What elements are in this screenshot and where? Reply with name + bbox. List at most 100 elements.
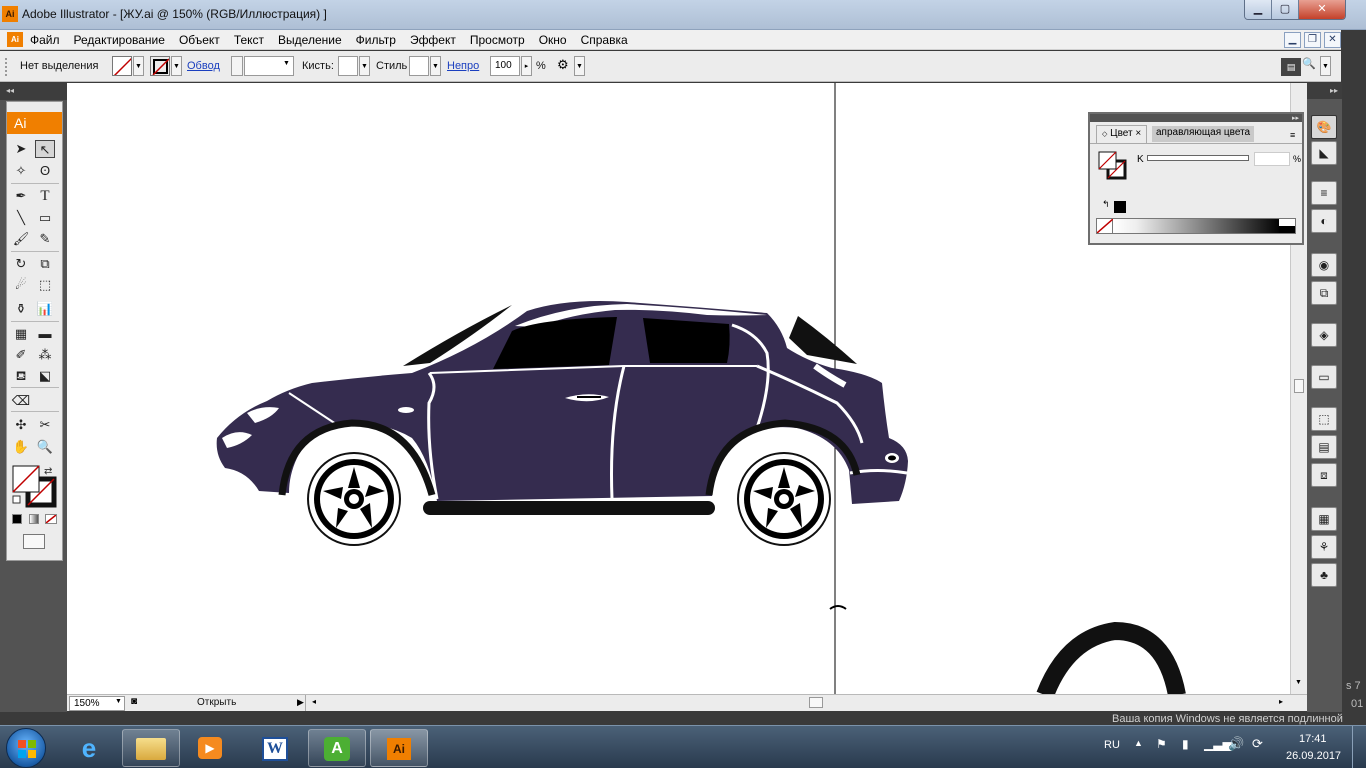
warp-tool-icon[interactable]: ☄ bbox=[11, 276, 31, 294]
volume-icon[interactable]: 🔊 bbox=[1228, 736, 1244, 752]
stroke-weight-dropdown-icon[interactable]: ▼ bbox=[283, 60, 290, 67]
color-spectrum-bar[interactable] bbox=[1096, 218, 1296, 234]
menu-item-object[interactable]: Объект bbox=[179, 33, 220, 47]
align-panel-icon[interactable]: ▤ bbox=[1311, 435, 1337, 459]
none-mode-icon[interactable] bbox=[45, 514, 57, 524]
black-swatch[interactable] bbox=[1279, 226, 1295, 233]
windows-start-icon[interactable] bbox=[6, 728, 46, 768]
white-swatch[interactable] bbox=[1279, 219, 1295, 226]
menu-item-help[interactable]: Справка bbox=[581, 33, 628, 47]
screen-mode-icon[interactable] bbox=[23, 534, 45, 549]
graphic-styles-icon[interactable]: ⧉ bbox=[1311, 281, 1337, 305]
opacity-dropdown-icon[interactable]: ▸ bbox=[521, 56, 532, 76]
menu-item-view[interactable]: Просмотр bbox=[470, 33, 525, 47]
lasso-tool-icon[interactable]: ʘ bbox=[35, 162, 55, 180]
zoom-dropdown-icon[interactable]: ▼ bbox=[115, 698, 122, 705]
menu-item-effect[interactable]: Эффект bbox=[410, 33, 456, 47]
none-swatch[interactable] bbox=[1097, 219, 1113, 233]
pencil-tool-icon[interactable]: ✎ bbox=[35, 230, 55, 248]
symbols-panel-icon[interactable]: ♣ bbox=[1311, 563, 1337, 587]
status-arrow-icon[interactable]: ▶ bbox=[297, 697, 304, 708]
expand-panels-icon[interactable]: ▸▸ bbox=[1307, 83, 1342, 99]
live-paint-bucket-tool-icon[interactable]: ⛾ bbox=[11, 367, 31, 385]
zoom-tool-icon[interactable]: 🔍 bbox=[35, 438, 55, 456]
stroke-dropdown-icon[interactable]: ▼ bbox=[171, 56, 182, 76]
scroll-right-icon[interactable]: ▸ bbox=[1279, 697, 1283, 706]
color-panel-header[interactable] bbox=[1090, 114, 1302, 122]
fill-swatch[interactable] bbox=[112, 56, 132, 76]
stroke-swatch[interactable] bbox=[150, 56, 170, 76]
document-icon[interactable]: Ai bbox=[7, 32, 23, 47]
tab-color[interactable]: ◇ Цвет × bbox=[1096, 125, 1148, 143]
brushes-panel-icon[interactable]: ⚘ bbox=[1311, 535, 1337, 559]
show-desktop-button[interactable] bbox=[1352, 726, 1366, 768]
mesh-tool-icon[interactable]: ▦ bbox=[11, 325, 31, 343]
free-transform-tool-icon[interactable]: ⬚ bbox=[35, 276, 55, 294]
opacity-link[interactable]: Непро bbox=[447, 60, 479, 72]
document-setup-icon[interactable]: ▤ bbox=[1281, 58, 1301, 76]
style-swatch[interactable] bbox=[409, 56, 429, 76]
doc-minimize-icon[interactable]: ▁ bbox=[1284, 32, 1301, 48]
last-color-swatch[interactable] bbox=[1114, 201, 1126, 213]
fill-dropdown-icon[interactable]: ▼ bbox=[133, 56, 144, 76]
magic-wand-tool-icon[interactable]: ✧ bbox=[11, 162, 31, 180]
hand-tool-icon[interactable]: ✋ bbox=[11, 438, 31, 456]
symbol-sprayer-tool-icon[interactable]: ⚱ bbox=[11, 300, 31, 318]
scroll-left-icon[interactable]: ◂ bbox=[312, 697, 316, 706]
scissors-tool-icon[interactable]: ✂ bbox=[35, 416, 55, 434]
isolate-icon[interactable]: ⚙ bbox=[557, 57, 573, 75]
clock-time[interactable]: 17:41 bbox=[1299, 733, 1327, 745]
column-graph-tool-icon[interactable]: 📊 bbox=[35, 300, 55, 318]
type-tool-icon[interactable]: T bbox=[35, 187, 55, 205]
slice-tool-icon[interactable]: ✣ bbox=[11, 416, 31, 434]
brush-dropdown-icon[interactable]: ▼ bbox=[359, 56, 370, 76]
tab-close-icon[interactable]: × bbox=[1135, 128, 1141, 139]
scroll-down-icon[interactable]: ▼ bbox=[1295, 679, 1302, 686]
direct-selection-tool-icon[interactable]: ↖ bbox=[35, 140, 55, 158]
menu-item-window[interactable]: Окно bbox=[539, 33, 567, 47]
status-menu-icon[interactable]: ◙ bbox=[131, 696, 137, 707]
transform-panel-icon[interactable]: ⬚ bbox=[1311, 407, 1337, 431]
appearance-panel-icon[interactable]: ◉ bbox=[1311, 253, 1337, 277]
menu-item-filter[interactable]: Фильтр bbox=[356, 33, 396, 47]
menu-item-file[interactable]: Файл bbox=[30, 33, 60, 47]
opacity-input[interactable]: 100 bbox=[490, 56, 520, 76]
color-guide-icon[interactable]: ◣ bbox=[1311, 141, 1337, 165]
doc-close-icon[interactable]: ✕ bbox=[1324, 32, 1341, 48]
quick-actions-icon[interactable]: 🔍 bbox=[1302, 57, 1316, 75]
layers-panel-icon[interactable]: ◈ bbox=[1311, 323, 1337, 347]
file-explorer-icon[interactable] bbox=[122, 729, 180, 767]
scale-tool-icon[interactable]: ⧉ bbox=[35, 255, 55, 273]
battery-icon[interactable]: ▮ bbox=[1182, 737, 1189, 751]
panel-menu-icon[interactable]: ≡ bbox=[1290, 130, 1295, 140]
style-dropdown-icon[interactable]: ▼ bbox=[430, 56, 441, 76]
control-menu-icon[interactable]: ▼ bbox=[1320, 56, 1331, 76]
transparency-panel-icon[interactable]: ◐ bbox=[1311, 209, 1337, 233]
panel-collapse-icon[interactable]: ▸▸ bbox=[1292, 114, 1299, 122]
menu-item-edit[interactable]: Редактирование bbox=[74, 33, 165, 47]
vertical-scroll-thumb[interactable] bbox=[1294, 379, 1304, 393]
update-icon[interactable]: ⟳ bbox=[1252, 736, 1263, 752]
eraser-tool-icon[interactable]: ⌫ bbox=[11, 392, 31, 410]
illustrator-icon[interactable]: Ai bbox=[370, 729, 428, 767]
close-icon[interactable]: ✕ bbox=[1299, 0, 1345, 19]
brush-swatch[interactable] bbox=[338, 56, 358, 76]
menu-item-type[interactable]: Текст bbox=[234, 33, 264, 47]
selection-tool-icon[interactable]: ➤ bbox=[11, 140, 31, 158]
internet-explorer-icon[interactable]: e bbox=[64, 729, 114, 767]
gradient-mode-icon[interactable] bbox=[29, 514, 39, 524]
isolate-dropdown-icon[interactable]: ▼ bbox=[574, 56, 585, 76]
line-tool-icon[interactable]: ╲ bbox=[11, 209, 31, 227]
app-a-icon[interactable]: A bbox=[308, 729, 366, 767]
color-panel-icon[interactable]: 🎨 bbox=[1311, 115, 1337, 139]
paintbrush-tool-icon[interactable]: 🖌 bbox=[11, 230, 31, 248]
show-hidden-icons-icon[interactable]: ▲ bbox=[1134, 738, 1143, 748]
k-slider[interactable] bbox=[1147, 155, 1249, 161]
gradient-tool-icon[interactable]: ▬ bbox=[35, 325, 55, 343]
language-indicator[interactable]: RU bbox=[1104, 739, 1120, 751]
word-icon[interactable]: W bbox=[250, 729, 300, 767]
blend-tool-icon[interactable]: ⁂ bbox=[35, 346, 55, 364]
control-bar-grip[interactable] bbox=[5, 58, 9, 76]
horizontal-scrollbar[interactable]: ◂ ▸ bbox=[305, 695, 1305, 711]
maximize-icon[interactable]: ▢ bbox=[1272, 0, 1299, 19]
